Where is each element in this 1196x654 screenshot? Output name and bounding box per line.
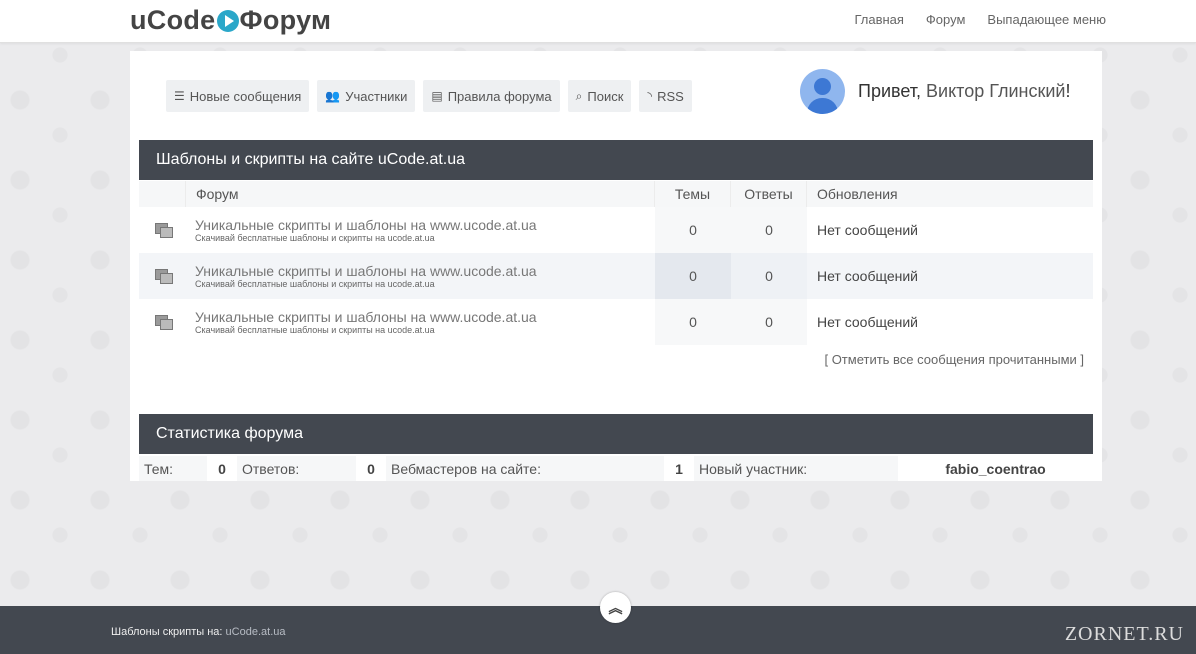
new-messages-button[interactable]: ☰ Новые сообщения bbox=[166, 80, 310, 112]
nav-dropdown-menu[interactable]: Выпадающее меню bbox=[987, 12, 1106, 27]
forum-table-header: Форум Темы Ответы Обновления bbox=[139, 181, 1093, 207]
rss-label: RSS bbox=[657, 88, 684, 104]
forum-title-link[interactable]: Уникальные скрипты и шаблоны на www.ucod… bbox=[195, 263, 655, 279]
themes-count: 0 bbox=[655, 299, 731, 345]
stats-answers-label: Ответов: bbox=[237, 456, 356, 481]
search-icon: ⌕ bbox=[575, 88, 583, 103]
play-icon bbox=[216, 9, 239, 32]
logo-text-ucode: uCode bbox=[130, 5, 216, 35]
search-button[interactable]: ⌕ Поиск bbox=[567, 80, 632, 112]
header-icon-cell bbox=[139, 181, 186, 207]
stats-themes-value: 0 bbox=[207, 456, 237, 481]
last-update: Нет сообщений bbox=[817, 222, 919, 238]
footer-text: Шаблоны скрипты на: uCode.at.ua bbox=[111, 626, 285, 638]
stats-answers-value: 0 bbox=[356, 456, 386, 481]
forum-row: Уникальные скрипты и шаблоны на www.ucod… bbox=[139, 207, 1093, 253]
rss-button[interactable]: ◝ RSS bbox=[639, 80, 692, 112]
column-themes: Темы bbox=[655, 181, 731, 207]
forum-title-link[interactable]: Уникальные скрипты и шаблоны на www.ucod… bbox=[195, 309, 655, 325]
forum-toolbar: ☰ Новые сообщения 👥 Участники ▤ Правила … bbox=[166, 80, 692, 112]
user-avatar[interactable] bbox=[800, 69, 845, 114]
forum-rules-label: Правила форума bbox=[447, 88, 552, 104]
forum-panel: ☰ Новые сообщения 👥 Участники ▤ Правила … bbox=[130, 51, 1102, 481]
rss-icon: ◝ bbox=[647, 89, 653, 103]
footer: Шаблоны скрипты на: uCode.at.ua bbox=[0, 606, 1196, 654]
users-icon: 👥 bbox=[325, 89, 341, 103]
document-icon: ▤ bbox=[431, 89, 443, 103]
user-greeting: Привет, Виктор Глинский! bbox=[858, 81, 1070, 102]
top-bar: uCode Форум Главная Форум Выпадающее мен… bbox=[0, 0, 1196, 43]
answers-count: 0 bbox=[731, 299, 807, 345]
stats-row: Тем: 0 Ответов: 0 Вебмастеров на сайте: … bbox=[139, 456, 1093, 481]
themes-count: 0 bbox=[655, 207, 731, 253]
user-name[interactable]: Виктор Глинский bbox=[926, 81, 1065, 101]
last-update: Нет сообщений bbox=[817, 314, 919, 330]
nav-forum[interactable]: Форум bbox=[926, 12, 966, 27]
column-forum: Форум bbox=[186, 181, 655, 207]
logo-text-forum: Форум bbox=[239, 5, 332, 35]
forum-folder-icon bbox=[154, 315, 173, 330]
mark-all-read-link[interactable]: [ Отметить все сообщения прочитанными ] bbox=[824, 352, 1084, 367]
watermark: ZORNET.RU bbox=[1064, 623, 1184, 645]
forum-description: Скачивай бесплатные шаблоны и скрипты на… bbox=[195, 232, 435, 243]
members-button[interactable]: 👥 Участники bbox=[317, 80, 416, 112]
footer-label: Шаблоны скрипты на: bbox=[111, 626, 223, 638]
top-navigation: Главная Форум Выпадающее меню bbox=[854, 12, 1106, 27]
double-chevron-up-icon[interactable]: ︽ bbox=[600, 592, 631, 623]
answers-count: 0 bbox=[731, 253, 807, 299]
forum-folder-icon bbox=[154, 269, 173, 284]
stats-header: Статистика форума bbox=[139, 414, 1093, 454]
stats-online-label: Вебмастеров на сайте: bbox=[386, 456, 664, 481]
list-icon: ☰ bbox=[174, 89, 185, 103]
stats-online-value: 1 bbox=[664, 456, 694, 481]
themes-count: 0 bbox=[655, 253, 731, 299]
stats-themes-label: Тем: bbox=[139, 456, 207, 481]
answers-count: 0 bbox=[731, 207, 807, 253]
nav-home[interactable]: Главная bbox=[854, 12, 903, 27]
section-header[interactable]: Шаблоны и скрипты на сайте uCode.at.ua bbox=[139, 140, 1093, 180]
new-messages-label: Новые сообщения bbox=[189, 88, 302, 104]
site-logo[interactable]: uCode Форум bbox=[130, 5, 331, 36]
stats-new-member-link[interactable]: fabio_coentrao bbox=[898, 456, 1093, 481]
column-answers: Ответы bbox=[731, 181, 807, 207]
search-label: Поиск bbox=[587, 88, 624, 104]
members-label: Участники bbox=[345, 88, 408, 104]
column-updates: Обновления bbox=[807, 181, 1093, 207]
greeting-suffix: ! bbox=[1065, 81, 1071, 101]
forum-row: Уникальные скрипты и шаблоны на www.ucod… bbox=[139, 299, 1093, 345]
forum-folder-icon bbox=[154, 223, 173, 238]
last-update: Нет сообщений bbox=[817, 268, 919, 284]
stats-new-member-label: Новый участник: bbox=[694, 456, 898, 481]
forum-description: Скачивай бесплатные шаблоны и скрипты на… bbox=[195, 278, 435, 289]
greeting-prefix: Привет, bbox=[858, 81, 922, 101]
forum-title-link[interactable]: Уникальные скрипты и шаблоны на www.ucod… bbox=[195, 217, 655, 233]
forum-rules-button[interactable]: ▤ Правила форума bbox=[423, 80, 560, 112]
forum-description: Скачивай бесплатные шаблоны и скрипты на… bbox=[195, 324, 435, 335]
forum-row: Уникальные скрипты и шаблоны на www.ucod… bbox=[139, 253, 1093, 299]
footer-link[interactable]: uCode.at.ua bbox=[226, 626, 286, 638]
